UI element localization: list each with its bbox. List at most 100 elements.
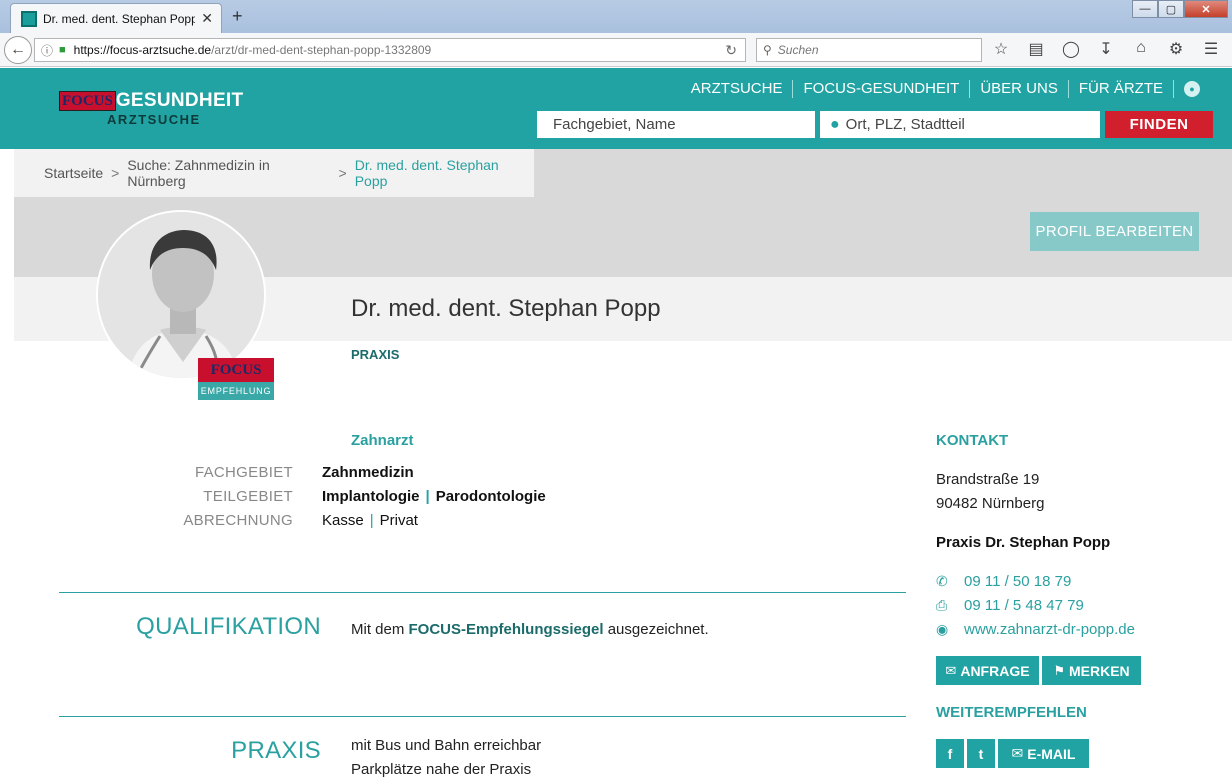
nav-ueber-uns[interactable]: ÜBER UNS bbox=[970, 80, 1069, 98]
share-facebook-button[interactable]: f bbox=[936, 739, 964, 768]
section-divider bbox=[59, 716, 906, 717]
abrechnung-values: Kasse | Privat bbox=[322, 512, 418, 532]
envelope-icon: ✉ bbox=[945, 662, 957, 678]
maximize-button[interactable]: ▢ bbox=[1158, 0, 1184, 18]
reader-list-icon[interactable]: ▤ bbox=[1025, 39, 1047, 59]
praxis-heading: PRAXIS bbox=[231, 737, 321, 764]
menu-icon[interactable]: ☰ bbox=[1200, 39, 1222, 59]
qualifikation-pre: Mit dem bbox=[351, 621, 405, 638]
browser-tab[interactable]: Dr. med. dent. Stephan Popp ✕ bbox=[10, 3, 222, 33]
kontakt-heading: KONTAKT bbox=[936, 432, 1009, 449]
location-input[interactable]: ● Ort, PLZ, Stadtteil bbox=[820, 111, 1100, 138]
logo-arztsuche: ARZTSUCHE bbox=[107, 112, 201, 127]
phone-number[interactable]: 09 11 / 50 18 79 bbox=[964, 573, 1071, 590]
breadcrumb-search[interactable]: Suche: Zahnmedizin in Nürnberg bbox=[127, 157, 330, 189]
search-icon: ⚲ bbox=[763, 43, 772, 57]
email-label: E-MAIL bbox=[1027, 745, 1076, 762]
download-icon[interactable]: ↧ bbox=[1095, 39, 1117, 59]
url-host: https://focus-arztsuche.de bbox=[73, 43, 212, 57]
teilgebiet-implantologie: Implantologie bbox=[322, 488, 420, 505]
abrechnung-label: ABRECHNUNG bbox=[183, 512, 293, 529]
doctor-avatar bbox=[96, 210, 266, 380]
pipe-divider: | bbox=[425, 488, 430, 505]
envelope-icon: ✉ bbox=[1011, 745, 1024, 761]
nav-focus-gesundheit[interactable]: FOCUS-GESUNDHEIT bbox=[793, 80, 971, 98]
twitter-icon: t bbox=[978, 745, 984, 762]
detail-row-fachgebiet: FACHGEBIET Zahnmedizin bbox=[150, 464, 850, 484]
nav-fuer-aerzte[interactable]: FÜR ÄRZTE bbox=[1069, 80, 1174, 98]
qualifikation-post: ausgezeichnet. bbox=[607, 621, 709, 638]
bookmark-icon: ⚑ bbox=[1053, 662, 1065, 678]
globe-icon: ◉ bbox=[936, 621, 949, 637]
contact-phone[interactable]: ✆ 09 11 / 50 18 79 bbox=[936, 573, 1071, 590]
user-icon[interactable]: ● bbox=[1184, 81, 1200, 97]
site-favicon-icon bbox=[21, 10, 37, 27]
address-city: 90482 Nürnberg bbox=[936, 495, 1045, 512]
new-tab-button[interactable]: + bbox=[232, 6, 243, 27]
toolbar-icons: ☆ ▤ ◯ ↧ ⌂ ⚙ ☰ bbox=[990, 39, 1222, 59]
minimize-button[interactable]: — bbox=[1132, 0, 1158, 18]
bookmark-star-icon[interactable]: ☆ bbox=[990, 39, 1012, 59]
reload-icon[interactable]: ↻ bbox=[725, 42, 737, 59]
teilgebiet-label: TEILGEBIET bbox=[203, 488, 293, 505]
logo-gesundheit: GESUNDHEIT bbox=[115, 90, 244, 111]
url-path: /arzt/dr-med-dent-stephan-popp-1332809 bbox=[211, 43, 432, 57]
fachgebiet-label: FACHGEBIET bbox=[194, 464, 293, 481]
qualifikation-text: Mit dem FOCUS-Empfehlungssiegel ausgezei… bbox=[351, 621, 709, 638]
info-icon[interactable]: ⓘ bbox=[41, 42, 53, 59]
praxis-info-line: mit Bus und Bahn erreichbar bbox=[351, 737, 542, 754]
anfrage-button[interactable]: ✉ ANFRAGE bbox=[936, 656, 1039, 685]
browser-titlebar: Dr. med. dent. Stephan Popp ✕ + — ▢ ✕ bbox=[0, 0, 1232, 33]
merken-label: MERKEN bbox=[1068, 662, 1130, 679]
finden-button[interactable]: FINDEN bbox=[1105, 111, 1213, 138]
breadcrumb-current: Dr. med. dent. Stephan Popp bbox=[354, 157, 499, 189]
fax-icon: ⎙ bbox=[936, 597, 948, 613]
pocket-icon[interactable]: ◯ bbox=[1060, 39, 1082, 59]
browser-search-input[interactable]: ⚲ Suchen bbox=[756, 38, 982, 62]
search-placeholder: Suchen bbox=[777, 43, 819, 57]
doctor-name: Dr. med. dent. Stephan Popp bbox=[351, 295, 661, 322]
merken-button[interactable]: ⚑ MERKEN bbox=[1042, 656, 1141, 685]
breadcrumb-home[interactable]: Startseite bbox=[44, 165, 103, 181]
anfrage-label: ANFRAGE bbox=[960, 662, 1030, 679]
pipe-divider: | bbox=[369, 512, 374, 529]
focus-empfehlung-seal: FOCUS EMPFEHLUNG bbox=[198, 358, 274, 400]
close-window-button[interactable]: ✕ bbox=[1184, 0, 1228, 18]
breadcrumb: Startseite > Suche: Zahnmedizin in Nürnb… bbox=[14, 149, 534, 197]
location-placeholder: Ort, PLZ, Stadtteil bbox=[845, 116, 965, 133]
lock-icon[interactable]: ■ bbox=[59, 44, 66, 56]
url-bar[interactable]: ⓘ ■ https://focus-arztsuche.de /arzt/dr-… bbox=[34, 38, 746, 62]
teilgebiet-parodontologie: Parodontologie bbox=[435, 488, 546, 505]
seal-empfehlung-text: EMPFEHLUNG bbox=[198, 382, 274, 400]
detail-row-abrechnung: ABRECHNUNG Kasse | Privat bbox=[150, 512, 850, 532]
home-icon[interactable]: ⌂ bbox=[1130, 39, 1152, 59]
tab-close-icon[interactable]: ✕ bbox=[201, 10, 213, 27]
contact-website[interactable]: ◉ www.zahnarzt-dr-popp.de bbox=[936, 621, 1135, 638]
facebook-icon: f bbox=[947, 745, 953, 762]
breadcrumb-separator: > bbox=[338, 165, 347, 181]
top-navigation: ARZTSUCHE FOCUS-GESUNDHEIT ÜBER UNS FÜR … bbox=[681, 80, 1200, 98]
empfehlungssiegel-link[interactable]: FOCUS-Empfehlungssiegel bbox=[409, 621, 604, 638]
location-pin-icon: ● bbox=[830, 115, 840, 133]
website-link[interactable]: www.zahnarzt-dr-popp.de bbox=[964, 621, 1135, 638]
fachgebiet-input[interactable]: Fachgebiet, Name bbox=[537, 111, 815, 138]
praxis-info-line: Parkplätze nahe der Praxis bbox=[351, 761, 532, 778]
site-header: FOCUS GESUNDHEIT ARZTSUCHE ARZTSUCHE FOCU… bbox=[0, 68, 1232, 149]
profil-bearbeiten-button[interactable]: PROFIL BEARBEITEN bbox=[1030, 212, 1199, 251]
doctor-silhouette-icon bbox=[98, 212, 264, 378]
extension-icon[interactable]: ⚙ bbox=[1165, 39, 1187, 59]
share-email-button[interactable]: ✉ E-MAIL bbox=[998, 739, 1089, 768]
browser-navbar: ← ⓘ ■ https://focus-arztsuche.de /arzt/d… bbox=[0, 33, 1232, 67]
contact-fax: ⎙ 09 11 / 5 48 47 79 bbox=[936, 597, 1084, 614]
praxis-type-label: PRAXIS bbox=[351, 347, 400, 362]
back-button[interactable]: ← bbox=[4, 36, 32, 64]
share-twitter-button[interactable]: t bbox=[967, 739, 995, 768]
window-controls: — ▢ ✕ bbox=[1132, 0, 1228, 18]
logo-focus: FOCUS bbox=[59, 91, 116, 111]
praxis-name: Praxis Dr. Stephan Popp bbox=[936, 534, 1111, 551]
address-street: Brandstraße 19 bbox=[936, 471, 1040, 488]
nav-arztsuche[interactable]: ARZTSUCHE bbox=[681, 80, 794, 98]
abrechnung-kasse: Kasse bbox=[322, 512, 364, 529]
site-logo[interactable]: FOCUS GESUNDHEIT ARZTSUCHE bbox=[59, 90, 244, 127]
qualifikation-heading: QUALIFIKATION bbox=[136, 613, 321, 640]
